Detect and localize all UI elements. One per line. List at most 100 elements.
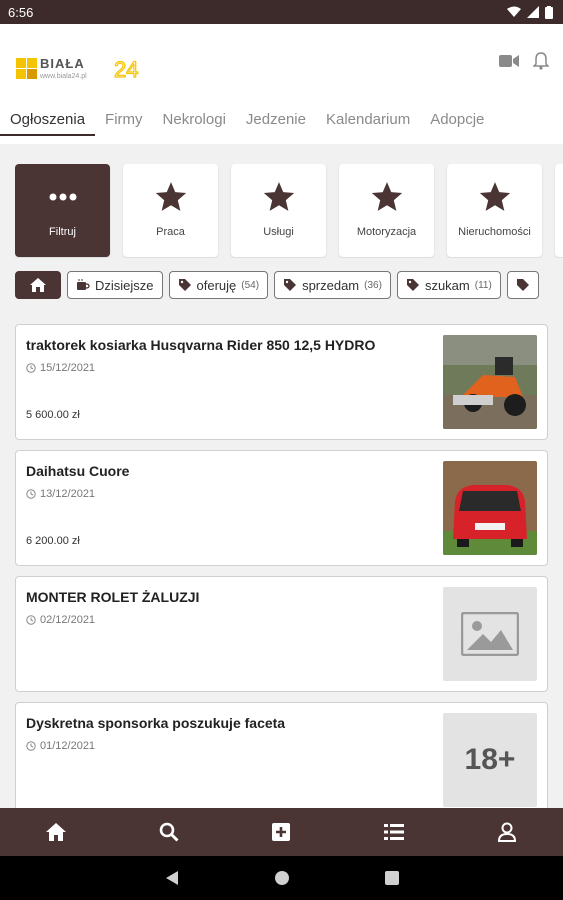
bell-icon[interactable] bbox=[533, 52, 549, 70]
chip-count: (54) bbox=[241, 279, 260, 291]
category-label: Nieruchomości bbox=[458, 226, 531, 238]
listing-date: 02/12/2021 bbox=[40, 614, 96, 626]
category-praca[interactable]: Praca bbox=[123, 164, 218, 257]
nav-add-button[interactable] bbox=[261, 812, 301, 852]
list-icon bbox=[384, 824, 405, 840]
tab-jedzenie[interactable]: Jedzenie bbox=[236, 108, 316, 136]
image-placeholder bbox=[443, 587, 537, 681]
listing-price: 6 200.00 zł bbox=[26, 535, 80, 547]
listing-date: 01/12/2021 bbox=[40, 740, 96, 752]
signal-icon bbox=[527, 6, 539, 18]
chip-label: Dzisiejsze bbox=[95, 277, 154, 293]
category-nieruchomosci[interactable]: Nieruchomości bbox=[447, 164, 542, 257]
category-label: Filtruj bbox=[49, 226, 76, 238]
listing-title: Dyskretna sponsorka poszukuje faceta bbox=[26, 715, 286, 731]
nav-home-button[interactable] bbox=[36, 812, 76, 852]
status-time: 6:56 bbox=[8, 4, 34, 20]
listing-date-row: 13/12/2021 bbox=[26, 488, 95, 500]
recents-icon[interactable] bbox=[384, 871, 399, 885]
chip-more[interactable] bbox=[506, 271, 539, 299]
tag-icon bbox=[406, 279, 419, 291]
chip-home[interactable] bbox=[15, 271, 61, 299]
chip-count: (11) bbox=[474, 279, 492, 291]
listing-item[interactable]: Daihatsu Cuore 13/12/2021 6 200.00 zł bbox=[15, 450, 548, 566]
app-header: BIAŁA www.biala24.pl 24 Ogłoszenia Firmy… bbox=[0, 24, 563, 144]
chip-label: sprzedam bbox=[302, 277, 360, 293]
logo[interactable]: BIAŁA www.biala24.pl 24 bbox=[16, 52, 156, 82]
category-label: Motoryzacja bbox=[356, 226, 417, 238]
listing-title: Daihatsu Cuore bbox=[26, 463, 130, 479]
tag-icon bbox=[516, 279, 529, 291]
mower-photo bbox=[443, 335, 537, 429]
chip-sell[interactable]: sprzedam (36) bbox=[274, 271, 391, 299]
clock-icon bbox=[26, 489, 36, 499]
filter-chips: Dzisiejsze oferuję (54) sprzedam (36) sz… bbox=[15, 271, 563, 301]
tab-adopcje[interactable]: Adopcje bbox=[420, 108, 494, 136]
star-icon bbox=[479, 182, 510, 211]
chip-count: (36) bbox=[364, 279, 382, 291]
category-filter[interactable]: Filtruj bbox=[15, 164, 110, 257]
category-cards: Filtruj Praca Usługi Motoryzacja Nieruch… bbox=[15, 164, 563, 258]
tag-icon bbox=[284, 279, 297, 291]
home-circle-icon[interactable] bbox=[274, 870, 290, 886]
tab-nekrologi[interactable]: Nekrologi bbox=[153, 108, 236, 136]
star-icon bbox=[263, 182, 294, 211]
svg-text:24: 24 bbox=[114, 57, 138, 82]
listing-date-row: 01/12/2021 bbox=[26, 740, 95, 752]
chip-label: oferuję bbox=[196, 277, 237, 293]
clock-icon bbox=[26, 615, 36, 625]
more-dots-icon bbox=[49, 193, 76, 201]
listing-date: 15/12/2021 bbox=[40, 362, 96, 374]
battery-icon bbox=[545, 5, 553, 19]
chip-offer[interactable]: oferuję (54) bbox=[168, 271, 269, 299]
category-label: Usługi bbox=[263, 226, 294, 238]
home-icon bbox=[30, 278, 46, 292]
nav-search-button[interactable] bbox=[149, 812, 189, 852]
listing-item[interactable]: traktorek kosiarka Husqvarna Rider 850 1… bbox=[15, 324, 548, 440]
listing-date: 13/12/2021 bbox=[40, 488, 96, 500]
car-photo bbox=[443, 461, 537, 555]
nav-profile-button[interactable] bbox=[487, 812, 527, 852]
clock-icon bbox=[26, 741, 36, 751]
svg-text:BIAŁA: BIAŁA bbox=[40, 56, 85, 71]
listing-title: traktorek kosiarka Husqvarna Rider 850 1… bbox=[26, 337, 376, 353]
bottom-navigation bbox=[0, 808, 563, 856]
category-label: Praca bbox=[156, 226, 185, 238]
clock-icon bbox=[26, 363, 36, 373]
listing-item[interactable]: Dyskretna sponsorka poszukuje faceta 01/… bbox=[15, 702, 548, 818]
category-motoryzacja[interactable]: Motoryzacja bbox=[339, 164, 434, 257]
star-icon bbox=[155, 182, 186, 211]
header-actions bbox=[499, 52, 549, 70]
status-icons bbox=[507, 5, 553, 19]
star-icon bbox=[371, 182, 402, 211]
wifi-icon bbox=[507, 6, 521, 17]
category-more[interactable] bbox=[555, 164, 563, 257]
add-square-icon bbox=[272, 823, 291, 841]
category-uslugi[interactable]: Usługi bbox=[231, 164, 326, 257]
chip-seek[interactable]: szukam (11) bbox=[396, 271, 501, 299]
video-camera-icon[interactable] bbox=[499, 54, 519, 68]
chip-today[interactable]: Dzisiejsze bbox=[67, 271, 163, 299]
adult-content-badge: 18+ bbox=[443, 713, 537, 807]
listing-date-row: 15/12/2021 bbox=[26, 362, 95, 374]
listing-date-row: 02/12/2021 bbox=[26, 614, 95, 626]
image-placeholder-icon bbox=[461, 612, 519, 656]
listing-list: traktorek kosiarka Husqvarna Rider 850 1… bbox=[15, 324, 548, 828]
tab-ogloszenia[interactable]: Ogłoszenia bbox=[0, 108, 96, 136]
tab-kalendarium[interactable]: Kalendarium bbox=[316, 108, 420, 136]
tab-firmy[interactable]: Firmy bbox=[95, 108, 153, 136]
listing-title: MONTER ROLET ŻALUZJI bbox=[26, 589, 200, 605]
coffee-cup-icon bbox=[77, 278, 90, 290]
listing-price: 5 600.00 zł bbox=[26, 409, 80, 421]
chip-label: szukam bbox=[424, 277, 470, 293]
listing-item[interactable]: MONTER ROLET ŻALUZJI 02/12/2021 bbox=[15, 576, 548, 692]
back-icon[interactable] bbox=[165, 870, 179, 886]
search-icon bbox=[159, 822, 179, 842]
tag-icon bbox=[178, 279, 191, 291]
svg-text:www.biala24.pl: www.biala24.pl bbox=[39, 73, 87, 80]
user-icon bbox=[497, 822, 516, 842]
nav-list-button[interactable] bbox=[374, 812, 414, 852]
section-tabs: Ogłoszenia Firmy Nekrologi Jedzenie Kale… bbox=[0, 108, 563, 142]
home-icon bbox=[46, 823, 67, 841]
system-navigation bbox=[0, 856, 563, 900]
